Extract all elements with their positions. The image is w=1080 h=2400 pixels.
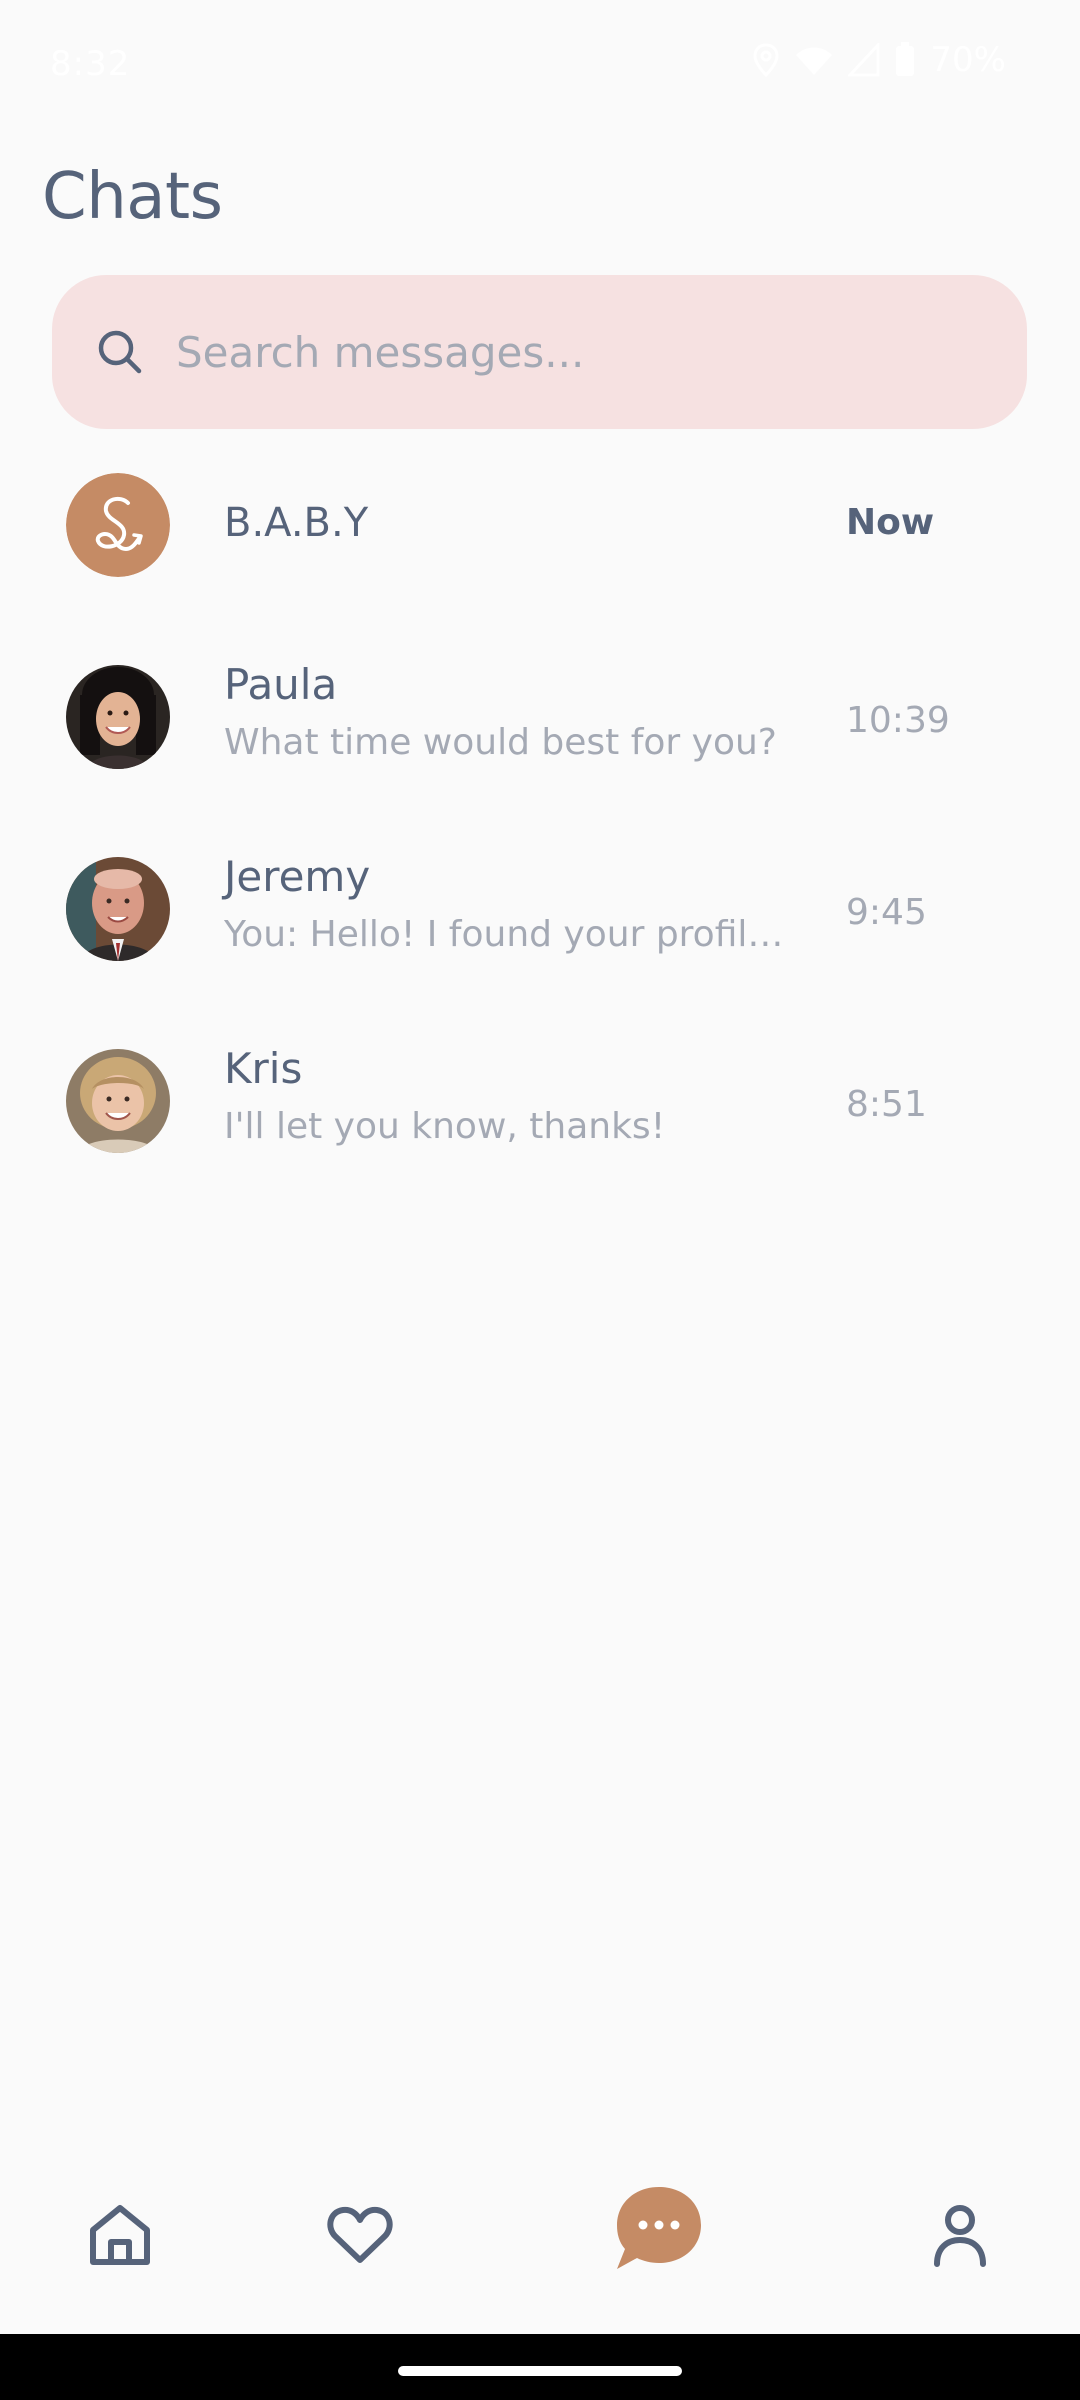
chat-item-paula[interactable]: Paula What time would best for you? 10:3…	[0, 652, 1080, 844]
heart-icon	[327, 2206, 393, 2263]
status-icons: 70%	[752, 40, 1006, 80]
chat-name: Kris	[224, 1044, 303, 1093]
chat-icon	[617, 2187, 701, 2269]
avatar	[66, 1049, 170, 1153]
chat-time: 10:39	[846, 700, 950, 741]
chat-time: Now	[846, 502, 935, 543]
chat-preview: What time would best for you?	[224, 722, 777, 763]
avatar	[66, 665, 170, 769]
chat-item-jeremy[interactable]: Jeremy You: Hello! I found your profile.…	[0, 844, 1080, 1036]
nav-favorites-button[interactable]	[305, 2180, 415, 2290]
baby-logo-icon	[66, 473, 170, 577]
chat-time: 8:51	[846, 1084, 927, 1125]
wifi-icon	[794, 43, 834, 77]
battery-icon	[894, 42, 916, 78]
chat-name: Paula	[224, 660, 338, 709]
chat-name: Jeremy	[224, 852, 371, 901]
profile-icon	[934, 2205, 986, 2267]
search-input[interactable]	[174, 326, 958, 378]
avatar	[66, 473, 170, 577]
home-gesture-handle[interactable]	[398, 2366, 682, 2376]
nav-chats-button[interactable]	[604, 2174, 714, 2284]
home-icon	[90, 2205, 150, 2265]
nav-home-button[interactable]	[65, 2180, 175, 2290]
status-time: 8:32	[50, 44, 131, 84]
page-title: Chats	[42, 160, 223, 234]
jeremy-photo-icon	[66, 857, 170, 961]
chat-item-kris[interactable]: Kris I'll let you know, thanks! 8:51	[0, 1036, 1080, 1228]
chats-screen: 8:32 70% Chats Search messages... B.A.B.…	[0, 0, 1080, 2400]
nav-profile-button[interactable]	[905, 2180, 1015, 2290]
kris-photo-icon	[66, 1049, 170, 1153]
chat-time: 9:45	[846, 892, 927, 933]
search-bar[interactable]	[52, 275, 1027, 429]
paula-photo-icon	[66, 665, 170, 769]
chat-name: B.A.B.Y	[224, 500, 369, 546]
system-nav-bar	[0, 2334, 1080, 2400]
battery-percentage: 70%	[930, 40, 1006, 80]
signal-icon	[848, 43, 880, 77]
chat-item-baby[interactable]: B.A.B.Y Now	[0, 460, 1080, 652]
location-icon	[752, 43, 780, 77]
chat-preview: I'll let you know, thanks!	[224, 1106, 666, 1147]
chat-preview: You: Hello! I found your profile...	[224, 914, 784, 955]
bottom-nav	[0, 2180, 1080, 2330]
search-icon	[90, 322, 150, 382]
chat-list: B.A.B.Y Now Paula What time would best f…	[0, 460, 1080, 1228]
avatar	[66, 857, 170, 961]
status-bar: 8:32 70%	[0, 0, 1080, 130]
